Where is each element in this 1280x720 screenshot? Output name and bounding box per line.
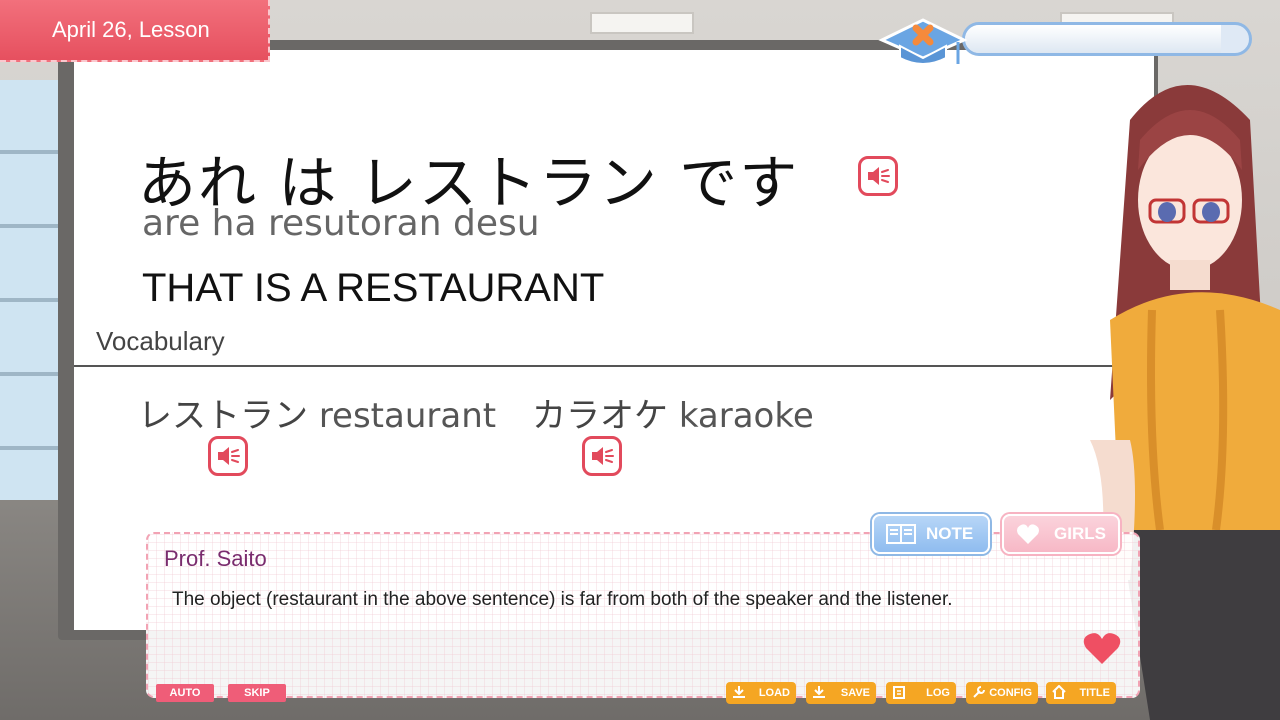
download-icon <box>813 686 825 698</box>
speaker-name: Prof. Saito <box>164 546 267 571</box>
ceiling-light <box>590 12 694 34</box>
speaker-icon <box>218 447 240 465</box>
note-button-label: NOTE <box>926 524 974 543</box>
skip-button[interactable]: SKIP <box>228 684 286 702</box>
home-icon <box>1052 685 1066 699</box>
lesson-date-tab: April 26, Lesson <box>0 0 270 62</box>
vocab-english: karaoke <box>678 396 814 436</box>
save-button-label: SAVE <box>840 687 870 699</box>
log-button-label: LOG <box>926 687 950 699</box>
progress-fill <box>965 25 1221 53</box>
note-button[interactable]: NOTE <box>872 514 990 554</box>
girls-button-label: GIRLS <box>1054 524 1106 543</box>
title-button-label: TITLE <box>1079 687 1110 699</box>
load-button[interactable]: LOAD <box>726 682 796 704</box>
config-button-label: CONFIG <box>989 687 1032 699</box>
clipboard-icon <box>893 686 905 699</box>
auto-button[interactable]: AUTO <box>156 684 214 702</box>
heart-icon <box>1083 633 1121 664</box>
vocab-english: restaurant <box>318 396 497 436</box>
download-icon <box>733 686 745 698</box>
vocab-item: カラオケ karaoke <box>532 388 814 437</box>
log-button[interactable]: LOG <box>886 682 956 704</box>
english-translation: THAT IS A RESTAURANT <box>142 266 605 310</box>
dialog-text: The object (restaurant in the above sent… <box>172 589 953 610</box>
dialog-box <box>146 532 1140 698</box>
play-sentence-audio-button[interactable] <box>858 156 898 196</box>
romaji-reading: are ha resutoran desu <box>142 203 540 244</box>
speaker-icon <box>868 167 890 185</box>
speaker-icon <box>592 447 614 465</box>
girls-button[interactable]: GIRLS <box>1002 514 1120 554</box>
config-button[interactable]: CONFIG <box>966 682 1038 704</box>
vocabulary-heading: Vocabulary <box>96 326 225 356</box>
vocab-japanese: カラオケ <box>532 396 668 436</box>
vocab-japanese: レストラン <box>138 396 308 436</box>
heart-icon <box>1017 524 1039 544</box>
save-button[interactable]: SAVE <box>806 682 876 704</box>
divider <box>74 365 1134 367</box>
graduation-cap-icon <box>878 18 968 65</box>
title-button[interactable]: TITLE <box>1046 682 1116 704</box>
play-vocab-audio-button[interactable] <box>582 436 622 476</box>
load-button-label: LOAD <box>758 687 790 699</box>
vocab-item: レストラン restaurant <box>138 388 496 437</box>
progress-bar <box>962 22 1252 56</box>
wrench-icon <box>973 686 985 698</box>
notebook-icon <box>886 524 916 544</box>
lesson-date-label: April 26, Lesson <box>52 17 210 42</box>
play-vocab-audio-button[interactable] <box>208 436 248 476</box>
